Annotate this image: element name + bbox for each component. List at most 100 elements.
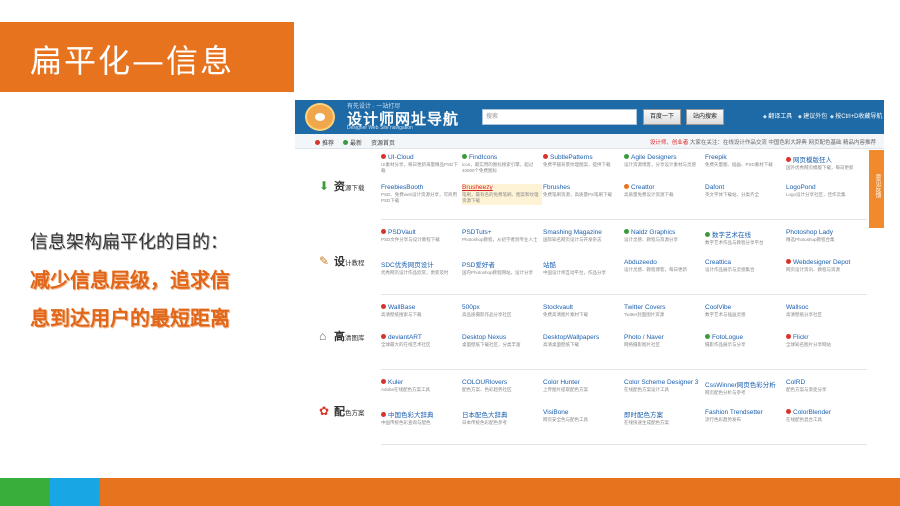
site-link-entry[interactable]: Color Scheme Designer 3 在线配色方案设计工具	[624, 379, 704, 400]
site-link-entry[interactable]: Flickr 全球知名图片分享网站	[786, 334, 866, 355]
site-link-entry[interactable]: Freepik 免费矢量图、插画、PSD素材下载	[705, 154, 785, 175]
site-link-entry[interactable]: CoolVibe 数字艺术与插画灵感	[705, 304, 785, 325]
site-link-entry[interactable]: Dafont 英文字体下载站，分类齐全	[705, 184, 785, 205]
site-link-title[interactable]: COLOURlovers	[462, 379, 542, 386]
site-link-title[interactable]: Smashing Magazine	[543, 229, 623, 236]
feedback-side-tab[interactable]: 意见反馈	[869, 150, 884, 228]
site-link-entry[interactable]: Agile Designers 设计资源博客，分享设计素材与灵感	[624, 154, 704, 175]
site-link-title[interactable]: Twitter Covers	[624, 304, 704, 311]
site-link-title[interactable]: FotoLogue	[705, 334, 785, 341]
site-link-title[interactable]: PSDVault	[381, 229, 461, 236]
site-link-entry[interactable]: ColorBlender 在线配色混合工具	[786, 409, 866, 430]
site-link-title[interactable]: Freepik	[705, 154, 785, 161]
site-link-title[interactable]: Naldz Graphics	[624, 229, 704, 236]
site-link-entry[interactable]: DesktopWallpapers 高清桌面壁纸下载	[543, 334, 623, 355]
site-link-entry[interactable]: Smashing Magazine 国际知名网页设计与开发杂志	[543, 229, 623, 250]
site-link-entry[interactable]: Abduzeedo 设计灵感、教程博客，每日更新	[624, 259, 704, 280]
site-link-entry[interactable]: FreebiesBooth PSD、免费web设计资源分享，可商用PSD下载	[381, 184, 461, 205]
site-link-title[interactable]: 网页模版狂人	[786, 154, 866, 164]
subbar-item-home[interactable]: 资源首页	[371, 138, 395, 147]
site-link-title[interactable]: Photoshop Lady	[786, 229, 866, 236]
site-link-entry[interactable]: 站酷 中国设计师互动平台，作品分享	[543, 259, 623, 283]
site-link-entry[interactable]: Fashion Trendsetter 流行色彩趋势发布	[705, 409, 785, 430]
site-link-title[interactable]: Fbrushes	[543, 184, 623, 191]
site-link-title[interactable]: FreebiesBooth	[381, 184, 461, 191]
site-link-title[interactable]: CoolVibe	[705, 304, 785, 311]
site-link-title[interactable]: Flickr	[786, 334, 866, 341]
site-link-entry[interactable]: 日本配色大辞典 日本传统色彩配色参考	[462, 409, 542, 433]
site-link-entry[interactable]: SubtlePatterns 免费平铺背景纹理图案，提供下载	[543, 154, 623, 175]
site-link-entry[interactable]: Creattica 设计作品展示与灵感集合	[705, 259, 785, 280]
site-link-entry[interactable]: Photo / Naver 网络摄影图片社区	[624, 334, 704, 355]
site-link-title[interactable]: PSD爱好者	[462, 259, 542, 269]
site-link-title[interactable]: LogoPond	[786, 184, 866, 191]
site-link-title[interactable]: Fashion Trendsetter	[705, 409, 785, 416]
site-link-entry[interactable]: LogoPond Logo设计分享社区，佳作云集	[786, 184, 866, 205]
site-link-entry[interactable]: Creattor 高质量免费设计资源下载	[624, 184, 704, 205]
site-link-title[interactable]: Color Hunter	[543, 379, 623, 386]
site-link-entry[interactable]: Webdesigner Depot 网页设计资讯、教程与资源	[786, 259, 866, 280]
site-link-entry[interactable]: Photoshop Lady 精选Photoshop教程合集	[786, 229, 866, 250]
site-link-title[interactable]: Kuler	[381, 379, 461, 386]
site-link-title[interactable]: UI-Cloud	[381, 154, 461, 161]
site-link-title[interactable]: Creattor	[624, 184, 704, 191]
category-header[interactable]: ⌂ 高清图库	[311, 300, 381, 370]
site-link-title[interactable]: ColRD	[786, 379, 866, 386]
site-link-title[interactable]: DesktopWallpapers	[543, 334, 623, 341]
site-link-entry[interactable]: FindIcons icon，最实用的图标搜索引擎，超过40000个免费图标	[462, 154, 542, 175]
site-link-entry[interactable]: Color Hunter 上传图片提取配色方案	[543, 379, 623, 400]
site-link-entry[interactable]: Fbrushes 免费笔刷资源，高质量PS笔刷下载	[543, 184, 623, 205]
site-link-entry[interactable]: Desktop Nexus 桌面壁纸下载社区，分类丰富	[462, 334, 542, 355]
site-link-title[interactable]: 中国色彩大辞典	[381, 409, 461, 419]
site-link-title[interactable]: 站酷	[543, 259, 623, 269]
site-link-title[interactable]: SDC优秀网页设计	[381, 259, 461, 269]
subbar-item-recommended[interactable]: 推荐	[315, 138, 334, 147]
site-link-entry[interactable]: VisiBone 网页安全色与配色工具	[543, 409, 623, 430]
site-link-entry[interactable]: 即时配色方案 在线快速生成配色方案	[624, 409, 704, 433]
site-link-entry[interactable]: 数字艺术在线 数字艺术作品与教程分享平台	[705, 229, 785, 253]
subbar-item-latest[interactable]: 最新	[343, 138, 362, 147]
site-link-title[interactable]: deviantART	[381, 334, 461, 341]
site-link-title[interactable]: SubtlePatterns	[543, 154, 623, 161]
site-link-title[interactable]: Brusheezy	[462, 184, 542, 191]
site-link-title[interactable]: 即时配色方案	[624, 409, 704, 419]
site-link-title[interactable]: Creattica	[705, 259, 785, 266]
header-link-bookmark[interactable]: 按Ctrl+D收藏导航	[830, 111, 882, 120]
site-link-entry[interactable]: 500px 高品质摄影作品分享社区	[462, 304, 542, 325]
site-link-title[interactable]: Stockvault	[543, 304, 623, 311]
site-link-entry[interactable]: CssWinner网页色彩分析 网页配色分析与参考	[705, 379, 785, 403]
site-link-entry[interactable]: Naldz Graphics 设计灵感、教程与资源分享	[624, 229, 704, 250]
site-link-entry[interactable]: FotoLogue 摄影作品展示与分享	[705, 334, 785, 355]
site-link-entry[interactable]: PSD爱好者 国内Photoshop教程网站，设计分享	[462, 259, 542, 283]
site-link-title[interactable]: VisiBone	[543, 409, 623, 416]
site-link-entry[interactable]: COLOURlovers 配色方案、色彩趋势社区	[462, 379, 542, 400]
site-link-title[interactable]: 日本配色大辞典	[462, 409, 542, 419]
site-link-title[interactable]: Wallsoc	[786, 304, 866, 311]
category-header[interactable]: ⬇ 资源下载	[311, 150, 381, 220]
site-link-title[interactable]: FindIcons	[462, 154, 542, 161]
header-link-outsource[interactable]: 建议外包	[798, 111, 827, 120]
site-link-entry[interactable]: Brusheezy 笔刷，最有名的免费笔刷、图案和纹理资源下载	[462, 184, 542, 205]
site-link-entry[interactable]: deviantART 全球最大的在线艺术社区	[381, 334, 461, 355]
site-link-title[interactable]: WallBase	[381, 304, 461, 311]
site-link-title[interactable]: Dafont	[705, 184, 785, 191]
site-link-title[interactable]: Agile Designers	[624, 154, 704, 161]
site-link-title[interactable]: Desktop Nexus	[462, 334, 542, 341]
site-link-title[interactable]: Color Scheme Designer 3	[624, 379, 704, 386]
site-link-entry[interactable]: PSDTuts+ Photoshop教程，从初学者到专业人士	[462, 229, 542, 250]
site-link-title[interactable]: Webdesigner Depot	[786, 259, 866, 266]
site-link-entry[interactable]: UI-Cloud UI素材分享，每日更新海量精品PSD下载	[381, 154, 461, 175]
site-link-title[interactable]: 500px	[462, 304, 542, 311]
site-link-entry[interactable]: PSDVault PSD文件分享与设计教程下载	[381, 229, 461, 250]
site-link-entry[interactable]: SDC优秀网页设计 优秀网页设计作品欣赏，更新及时	[381, 259, 461, 283]
site-link-entry[interactable]: 网页模版狂人 国外优秀网页模版下载，每日更新	[786, 154, 866, 178]
site-link-title[interactable]: PSDTuts+	[462, 229, 542, 236]
site-link-entry[interactable]: ColRD 配色方案与渐变分享	[786, 379, 866, 400]
category-header[interactable]: ✎ 设计教程	[311, 225, 381, 295]
site-link-entry[interactable]: Stockvault 免费高清图片素材下载	[543, 304, 623, 325]
search-button[interactable]: 百度一下	[643, 109, 681, 125]
header-link-translate[interactable]: 翻译工具	[763, 111, 792, 120]
site-link-title[interactable]: Abduzeedo	[624, 259, 704, 266]
site-link-entry[interactable]: Kuler Adobe在线配色方案工具	[381, 379, 461, 400]
category-header[interactable]: ✿ 配色方案	[311, 375, 381, 445]
